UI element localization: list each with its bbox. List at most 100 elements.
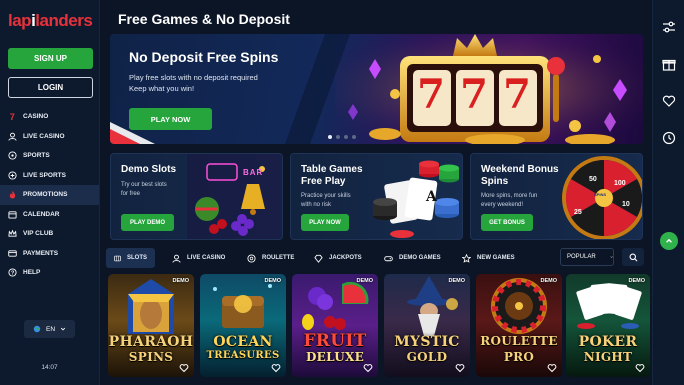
sidebar-item-sports[interactable]: SPORTS (0, 146, 99, 166)
logo-text-landers: landers (35, 11, 93, 30)
game-title-line: MYSTIC (394, 334, 460, 350)
game-title-line: DELUXE (305, 350, 365, 364)
sidebar-item-label: PAYMENTS (23, 249, 59, 257)
search-button[interactable] (622, 248, 644, 266)
carousel-dot[interactable] (328, 135, 332, 139)
sidebar-item-calendar[interactable]: CALENDAR (0, 205, 99, 225)
tab-live-casino[interactable]: LIVE CASINO (164, 248, 233, 268)
heart-icon[interactable] (363, 363, 373, 373)
tab-roulette[interactable]: ROULETTE (239, 248, 302, 268)
carousel-dot[interactable] (336, 135, 340, 139)
heart-icon[interactable] (662, 94, 676, 108)
logo-text-lap: lap (8, 11, 32, 30)
game-tile-mystic-gold[interactable]: DEMO MYSTIC GOLD (384, 274, 470, 377)
tab-label: NEW GAMES (477, 255, 515, 261)
heart-icon[interactable] (455, 363, 465, 373)
tab-new-games[interactable]: NEW GAMES (454, 248, 523, 268)
reel-symbol: 7 (503, 71, 531, 118)
gamepad-icon (384, 255, 393, 261)
sort-dropdown[interactable]: POPULAR (560, 248, 614, 266)
play-demo-button[interactable]: PLAY DEMO (121, 214, 174, 231)
sidebar-item-help[interactable]: ? HELP (0, 263, 99, 283)
hero-subtitle-line: Play free slots with no deposit required (129, 73, 258, 82)
demo-badge: DEMO (628, 278, 646, 284)
hero-title: No Deposit Free Spins (129, 49, 279, 65)
heart-icon[interactable] (271, 363, 281, 373)
game-tile-roulette-pro[interactable]: DEMO ROULETTE PRO (476, 274, 562, 377)
chevron-down-icon (610, 256, 613, 258)
promo-card-weekend-bonus[interactable]: 50 100 10 25 SPINS Weekend Bonus Spins M… (470, 153, 643, 240)
sidebar-item-vip-club[interactable]: VIP CLUB (0, 224, 99, 244)
sidebar-item-promotions[interactable]: PROMOTIONS (0, 185, 99, 205)
game-title-line: GOLD (406, 350, 448, 364)
wheel-value: 10 (622, 201, 630, 208)
tab-jackpots[interactable]: JACKPOTS (306, 248, 370, 268)
clock: 14:07 (41, 364, 58, 371)
tab-demo-games[interactable]: DEMO GAMES (376, 248, 449, 268)
sidebar-item-payments[interactable]: PAYMENTS (0, 244, 99, 264)
star-icon (462, 253, 471, 263)
crown-icon (8, 229, 17, 238)
hero-subtitle: Play free slots with no deposit required… (129, 72, 299, 94)
bonus-wheel-illustration (562, 156, 642, 239)
carousel-dot[interactable] (344, 135, 348, 139)
chevron-up-icon (666, 238, 672, 243)
heart-icon[interactable] (179, 363, 189, 373)
promo-subtitle: Practice your skills with no risk (301, 192, 381, 209)
ace-card-rank: A (426, 189, 437, 205)
signup-button[interactable]: SIGN UP (8, 48, 93, 69)
sidebar-item-label: SPORTS (23, 152, 50, 160)
sidebar-item-live-sports[interactable]: LIVE SPORTS (0, 166, 99, 186)
slot-icon (114, 255, 121, 261)
game-title-line: ROULETTE (480, 334, 558, 348)
table-play-now-button[interactable]: PLAY NOW (301, 214, 349, 231)
sidebar-item-label: PROMOTIONS (23, 191, 68, 199)
seven-icon: 7 (8, 112, 17, 121)
filters-icon[interactable] (662, 20, 676, 34)
tab-slots[interactable]: SLOTS (106, 248, 155, 268)
game-tile-pharaoh-spins[interactable]: DEMO PHARAOH SPINS (108, 274, 194, 377)
demo-badge: DEMO (356, 278, 374, 284)
promo-title: Weekend Bonus Spins (481, 164, 561, 188)
tab-label: JACKPOTS (329, 255, 362, 261)
hero-banner[interactable]: No Deposit Free Spins Play free slots wi… (110, 34, 643, 144)
game-tile-ocean-treasures[interactable]: DEMO OCEAN TREASURES (200, 274, 286, 377)
live-icon (8, 171, 17, 180)
demo-badge: DEMO (264, 278, 282, 284)
search-icon (629, 253, 637, 261)
reel-symbol: 7 (460, 71, 488, 118)
hero-carousel-dots (328, 135, 356, 139)
brand-logo[interactable]: lapilanders (8, 11, 93, 31)
heart-icon[interactable] (547, 363, 557, 373)
game-tile-fruit-deluxe[interactable]: DEMO FRUIT DELUXE (292, 274, 378, 377)
game-title-line: FRUIT (303, 331, 367, 351)
sort-label: POPULAR (567, 254, 596, 260)
login-button[interactable]: LOGIN (8, 77, 93, 98)
fruit-slot-illustration (187, 154, 282, 239)
scroll-up-button[interactable] (660, 232, 678, 250)
wheel-value: 100 (614, 180, 626, 187)
dealer-icon (8, 132, 17, 141)
sidebar-item-casino[interactable]: 7 CASINO (0, 107, 99, 127)
promo-card-demo-slots[interactable]: BAR Demo Slots Try our best slots for fr… (110, 153, 283, 240)
hero-subtitle-line: Keep what you win! (129, 84, 195, 93)
heart-icon[interactable] (635, 363, 645, 373)
promo-card-table-games[interactable]: A Table Games Free Play Practice your sk… (290, 153, 463, 240)
get-bonus-button[interactable]: GET BONUS (481, 214, 533, 231)
right-utility-rail (652, 0, 684, 385)
roulette-icon (247, 253, 256, 263)
carousel-dot[interactable] (352, 135, 356, 139)
sidebar-item-label: VIP CLUB (23, 230, 54, 238)
gift-icon[interactable] (662, 57, 676, 71)
sidebar-item-label: CALENDAR (23, 210, 60, 218)
history-icon[interactable] (662, 131, 676, 145)
demo-badge: DEMO (540, 278, 558, 284)
hero-play-now-button[interactable]: PLAY NOW (129, 108, 212, 130)
tab-label: DEMO GAMES (399, 255, 441, 261)
game-tile-poker-night[interactable]: DEMO POKER NIGHT (566, 274, 650, 377)
language-selector[interactable]: EN (24, 320, 75, 338)
sidebar-item-live-casino[interactable]: LIVE CASINO (0, 127, 99, 147)
promo-title-line: Table Games (301, 164, 363, 175)
neon-bar-sign: BAR (243, 168, 264, 177)
demo-badge: DEMO (448, 278, 466, 284)
